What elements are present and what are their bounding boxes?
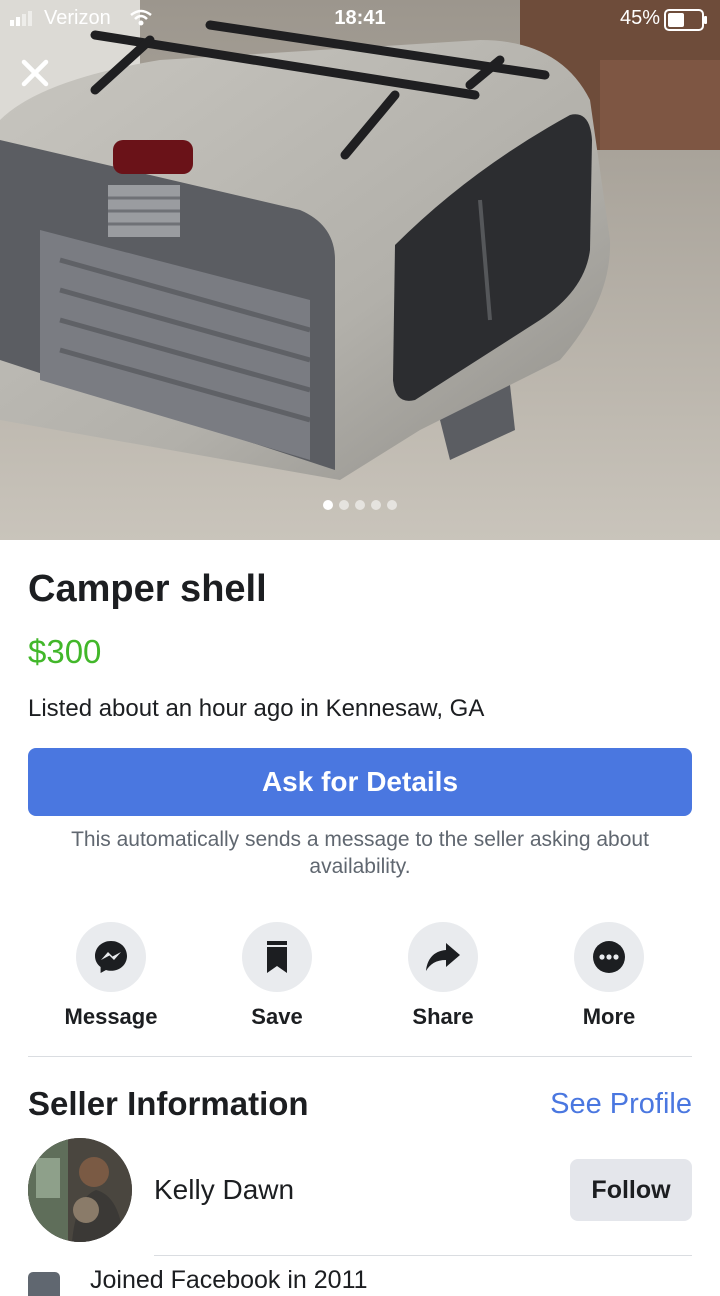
save-action-label: Save (251, 1004, 303, 1029)
photo-dot[interactable] (355, 500, 365, 510)
message-action[interactable]: Message (41, 922, 181, 1030)
photo-dot[interactable] (339, 500, 349, 510)
listing-meta: Listed about an hour ago in Kennesaw, GA (28, 695, 485, 722)
status-bar: Verizon 18:41 45% (0, 0, 720, 40)
messenger-icon (95, 941, 127, 973)
see-profile-link[interactable]: See Profile (550, 1088, 692, 1121)
ask-for-details-button[interactable]: Ask for Details (28, 748, 692, 816)
message-action-circle[interactable] (76, 922, 146, 992)
photo-dot[interactable] (323, 500, 333, 510)
follow-button[interactable]: Follow (570, 1159, 692, 1221)
seller-name[interactable]: Kelly Dawn (154, 1174, 294, 1206)
ask-for-details-note: This automatically sends a message to th… (71, 828, 649, 878)
bookmark-icon (267, 941, 287, 973)
camper-shell-photo (0, 0, 720, 540)
listing-price: $300 (28, 633, 102, 670)
seller-info-heading: Seller Information (28, 1085, 309, 1122)
photo-dot[interactable] (387, 500, 397, 510)
battery-icon (664, 9, 707, 31)
photo-pagination-dots[interactable] (0, 497, 720, 515)
save-action[interactable]: Save (207, 922, 347, 1030)
close-button[interactable] (14, 52, 56, 94)
share-arrow-icon (426, 943, 460, 971)
section-divider (28, 1056, 692, 1057)
facebook-icon (28, 1272, 60, 1296)
seller-avatar-image (28, 1138, 132, 1242)
listing-title: Camper shell (28, 568, 267, 610)
listing-photo[interactable]: Verizon 18:41 45% (0, 0, 720, 540)
share-action-circle[interactable] (408, 922, 478, 992)
more-dots-icon (593, 941, 625, 973)
clock: 18:41 (334, 7, 386, 29)
seller-divider (154, 1255, 692, 1256)
close-icon (21, 59, 49, 87)
share-action-label: Share (412, 1004, 474, 1029)
more-action[interactable]: More (539, 922, 679, 1030)
more-action-circle[interactable] (574, 922, 644, 992)
message-action-label: Message (64, 1004, 158, 1029)
battery-percent: 45% (619, 7, 660, 29)
seller-avatar[interactable] (28, 1138, 132, 1242)
joined-facebook-row: Joined Facebook in 2011 (28, 1266, 692, 1296)
photo-dot[interactable] (371, 500, 381, 510)
joined-facebook-text: Joined Facebook in 2011 (90, 1266, 368, 1294)
more-action-label: More (582, 1004, 636, 1029)
save-action-circle[interactable] (242, 922, 312, 992)
share-action[interactable]: Share (373, 922, 513, 1030)
